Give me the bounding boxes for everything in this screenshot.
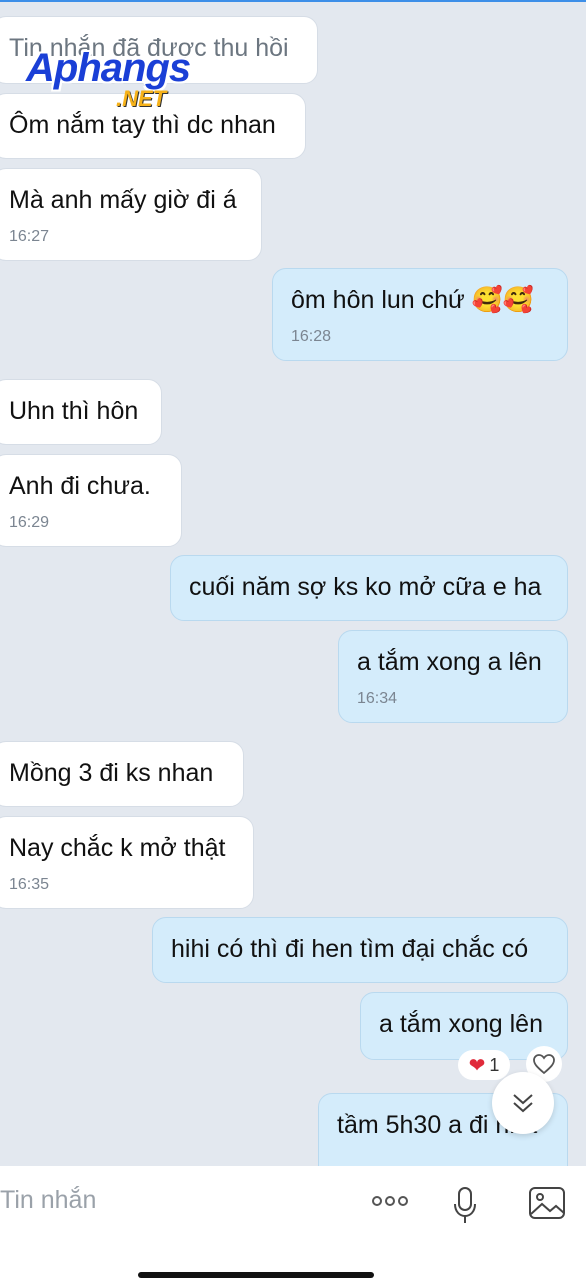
home-indicator[interactable] xyxy=(138,1272,374,1278)
message-bubble-incoming[interactable]: Nay chắc k mở thật 16:35 xyxy=(0,816,254,909)
more-options-button[interactable] xyxy=(372,1196,408,1206)
dot-icon xyxy=(398,1196,408,1206)
message-text: hihi có thì đi hen tìm đại chắc có xyxy=(171,935,529,963)
watermark-sub-text: .NET xyxy=(116,86,167,111)
message-time: 16:27 xyxy=(9,228,50,245)
message-text: a tắm xong lên xyxy=(379,1010,543,1038)
message-text: Anh đi chưa. xyxy=(9,472,151,500)
scroll-to-bottom-button[interactable] xyxy=(492,1072,554,1134)
message-bubble-outgoing[interactable]: ôm hôn lun chứ 🥰🥰 16:28 xyxy=(272,268,568,361)
message-text: cuối năm sợ ks ko mở cữa e ha xyxy=(189,573,542,601)
message-text: Nay chắc k mở thật xyxy=(9,834,226,862)
message-text: Uhn thì hôn xyxy=(9,397,139,425)
message-bubble-incoming[interactable]: Mà anh mấy giờ đi á 16:27 xyxy=(0,168,262,261)
message-bubble-incoming[interactable]: Uhn thì hôn xyxy=(0,379,162,445)
heart-outline-icon xyxy=(533,1054,555,1075)
reaction-count: 1 xyxy=(489,1054,500,1075)
message-bubble-incoming[interactable]: Anh đi chưa. 16:29 xyxy=(0,454,182,547)
reaction-badge[interactable]: ❤ 1 xyxy=(458,1050,510,1080)
message-bubble-outgoing[interactable]: a tắm xong a lên 16:34 xyxy=(338,630,568,723)
message-text: a tắm xong a lên xyxy=(357,648,542,676)
message-time: 16:34 xyxy=(357,690,398,707)
watermark-main-text: Aphangs xyxy=(26,46,191,90)
message-time: 16:28 xyxy=(291,328,332,345)
microphone-button[interactable] xyxy=(452,1186,478,1231)
message-input[interactable]: Tin nhắn xyxy=(0,1186,96,1215)
heart-icon: ❤ xyxy=(468,1054,486,1077)
microphone-icon xyxy=(454,1187,476,1223)
message-bubble-outgoing[interactable]: cuối năm sợ ks ko mở cữa e ha xyxy=(170,555,568,621)
message-text: Mồng 3 đi ks nhan xyxy=(9,759,214,787)
message-bubble-incoming[interactable]: Mồng 3 đi ks nhan xyxy=(0,741,244,807)
message-time: 16:35 xyxy=(9,876,50,893)
watermark-logo: Aphangs .NET xyxy=(26,46,216,114)
message-text: Mà anh mấy giờ đi á xyxy=(9,186,237,214)
photo-button[interactable] xyxy=(528,1186,566,1225)
dot-icon xyxy=(385,1196,395,1206)
dot-icon xyxy=(372,1196,382,1206)
message-time: 16:29 xyxy=(9,514,50,531)
chat-history[interactable]: Tin nhắn đã được thu hồi Ôm nắm tay thì … xyxy=(0,0,586,1166)
message-text: ôm hôn lun chứ 🥰🥰 xyxy=(291,286,534,314)
message-bubble-outgoing[interactable]: hihi có thì đi hen tìm đại chắc có xyxy=(152,917,568,983)
message-input-bar: Tin nhắn xyxy=(0,1166,586,1280)
image-icon xyxy=(529,1187,565,1219)
message-text: Ôm nắm tay thì dc nhan xyxy=(9,111,276,139)
double-chevron-down-icon xyxy=(513,1094,533,1113)
